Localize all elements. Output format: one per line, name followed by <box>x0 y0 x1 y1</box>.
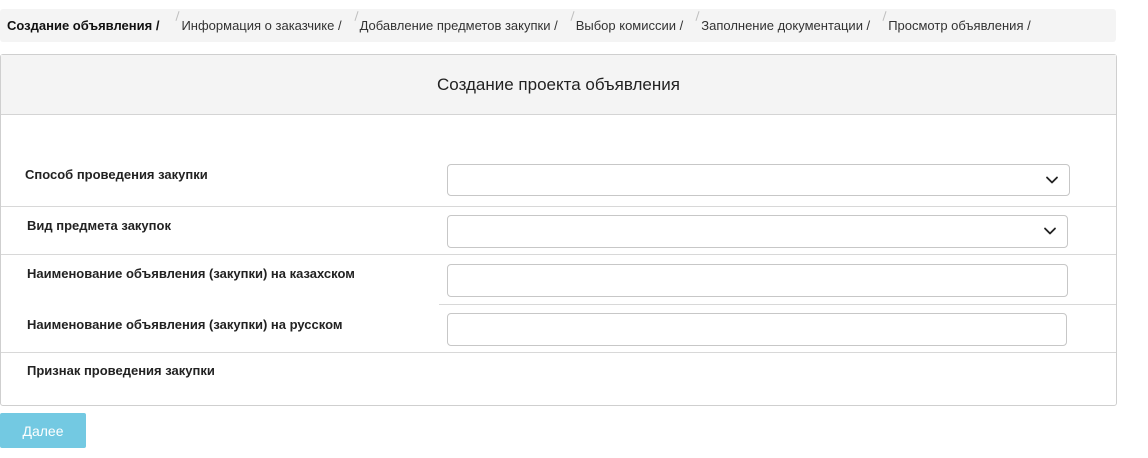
form-row-procurement-attribute: Признак проведения закупки <box>1 353 1116 405</box>
subject-type-select[interactable] <box>447 215 1068 248</box>
breadcrumb-item-commission[interactable]: Выбор комиссии / <box>568 11 688 33</box>
form-row-name-kazakh: Наименование объявления (закупки) на каз… <box>1 255 1116 305</box>
breadcrumb-separator <box>354 11 359 21</box>
procurement-attribute-label: Признак проведения закупки <box>27 363 215 378</box>
breadcrumb-label: Просмотр объявления / <box>888 18 1031 33</box>
breadcrumb-label: Заполнение документации / <box>701 18 871 33</box>
panel-header: Создание проекта объявления <box>1 55 1116 115</box>
form-row-procurement-method: Способ проведения закупки <box>1 155 1116 207</box>
breadcrumb: Создание объявления / Информация о заказ… <box>0 9 1116 42</box>
name-kazakh-text[interactable] <box>448 265 1067 296</box>
breadcrumb-label: Информация о заказчике / <box>181 18 342 33</box>
name-kazakh-label: Наименование объявления (закупки) на каз… <box>27 266 355 281</box>
breadcrumb-separator <box>695 11 700 21</box>
chevron-down-icon <box>1046 176 1058 184</box>
form-row-subject-type: Вид предмета закупок <box>1 207 1116 255</box>
procurement-method-label: Способ проведения закупки <box>25 167 208 182</box>
name-russian-label: Наименование объявления (закупки) на рус… <box>27 317 343 332</box>
breadcrumb-separator <box>570 11 575 21</box>
breadcrumb-item-create-announcement[interactable]: Создание объявления / <box>0 18 163 33</box>
chevron-down-icon <box>1044 227 1056 235</box>
procurement-method-select[interactable] <box>447 164 1070 196</box>
breadcrumb-item-customer-info[interactable]: Информация о заказчике / <box>173 11 345 33</box>
next-button[interactable]: Далее <box>0 413 86 448</box>
breadcrumb-separator <box>882 11 887 21</box>
name-russian-text[interactable] <box>448 314 1066 345</box>
subject-type-label: Вид предмета закупок <box>27 218 171 233</box>
form-row-name-russian: Наименование объявления (закупки) на рус… <box>1 305 1116 353</box>
breadcrumb-item-add-items[interactable]: Добавление предметов закупки / <box>352 11 562 33</box>
breadcrumb-separator <box>175 11 180 21</box>
name-kazakh-input[interactable] <box>447 264 1068 297</box>
breadcrumb-label: Добавление предметов закупки / <box>359 18 558 33</box>
breadcrumb-item-preview[interactable]: Просмотр объявления / <box>880 11 1035 33</box>
breadcrumb-item-documentation[interactable]: Заполнение документации / <box>693 11 874 33</box>
breadcrumb-label: Выбор комиссии / <box>575 18 684 33</box>
panel-title: Создание проекта объявления <box>437 74 680 94</box>
breadcrumb-label: Создание объявления / <box>7 18 160 33</box>
name-russian-input[interactable] <box>447 313 1067 346</box>
announcement-panel: Создание проекта объявления Способ прове… <box>0 54 1117 406</box>
